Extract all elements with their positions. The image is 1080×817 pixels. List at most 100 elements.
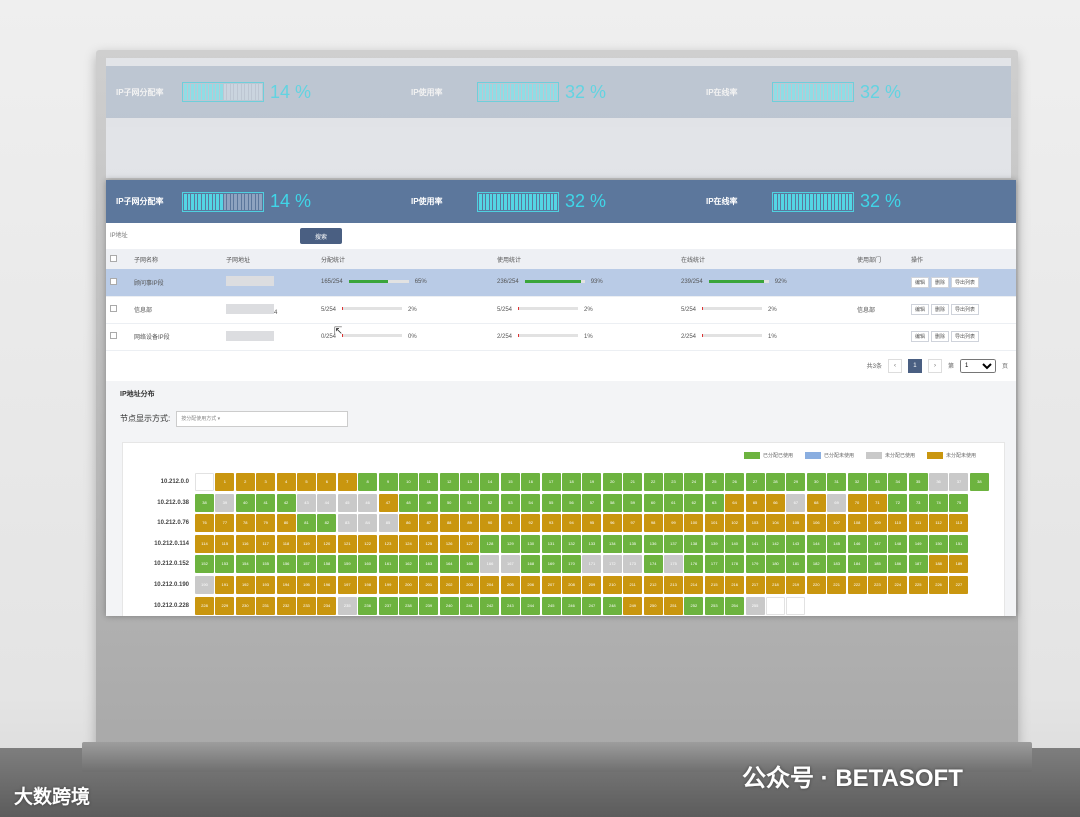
ip-cell[interactable]: 228 [195, 596, 214, 615]
ip-cell[interactable]: 135 [623, 534, 643, 553]
ip-cell[interactable]: 36 [929, 473, 949, 491]
ip-cell[interactable]: 236 [358, 596, 378, 615]
ip-cell[interactable] [765, 596, 785, 615]
ip-cell[interactable]: 74 [929, 493, 949, 512]
ip-cell[interactable]: 196 [317, 576, 337, 594]
ip-cell[interactable]: 191 [215, 576, 235, 594]
ip-cell[interactable]: 144 [806, 534, 826, 553]
ip-cell[interactable]: 49 [419, 493, 439, 512]
ip-cell[interactable]: 59 [623, 493, 643, 512]
delete-button[interactable]: 删除 [931, 331, 950, 342]
ip-cell[interactable]: 180 [765, 555, 785, 574]
edit-button[interactable]: 编辑 [911, 304, 930, 315]
pager-page-select[interactable]: 1 [959, 358, 996, 373]
ip-cell[interactable] [786, 596, 806, 615]
ip-cell[interactable]: 187 [908, 555, 928, 574]
ip-cell[interactable]: 207 [541, 576, 561, 594]
ip-cell[interactable]: 109 [867, 514, 887, 533]
ip-cell[interactable]: 164 [439, 555, 459, 574]
ip-cell[interactable]: 38 [195, 493, 214, 512]
ip-cell[interactable]: 223 [867, 576, 887, 594]
ip-cell[interactable]: 162 [398, 555, 418, 574]
ip-cell[interactable]: 27 [745, 473, 765, 491]
ip-cell[interactable]: 111 [908, 514, 928, 533]
ip-cell[interactable]: 240 [439, 596, 459, 615]
ip-cell[interactable]: 50 [439, 493, 459, 512]
ip-cell[interactable]: 3 [256, 473, 276, 491]
ip-cell[interactable]: 5 [296, 473, 316, 491]
ip-cell[interactable]: 101 [704, 514, 724, 533]
ip-cell[interactable]: 16 [521, 473, 541, 491]
ip-cell[interactable]: 235 [337, 596, 357, 615]
ip-cell[interactable]: 238 [398, 596, 418, 615]
ip-cell[interactable]: 107 [827, 514, 847, 533]
ip-cell[interactable]: 35 [908, 473, 928, 491]
ip-cell[interactable]: 21 [623, 473, 643, 491]
pager-next-button[interactable]: › [927, 358, 942, 373]
ip-cell[interactable]: 239 [419, 596, 439, 615]
ip-cell[interactable]: 161 [378, 555, 398, 574]
ip-cell[interactable]: 89 [460, 514, 480, 533]
ip-cell[interactable]: 255 [745, 596, 765, 615]
ip-cell[interactable]: 139 [704, 534, 724, 553]
ip-cell[interactable]: 219 [786, 576, 806, 594]
ip-cell[interactable]: 179 [745, 555, 765, 574]
ip-cell[interactable]: 33 [867, 473, 887, 491]
ip-cell[interactable]: 203 [460, 576, 480, 594]
ip-cell[interactable]: 24 [684, 473, 704, 491]
ip-cell[interactable]: 172 [602, 555, 622, 574]
ip-cell[interactable]: 181 [786, 555, 806, 574]
ip-cell[interactable]: 95 [582, 514, 602, 533]
ip-cell[interactable]: 86 [398, 514, 418, 533]
ip-cell[interactable]: 39 [215, 493, 235, 512]
ip-cell[interactable]: 46 [358, 493, 378, 512]
ip-cell[interactable]: 220 [806, 576, 826, 594]
ip-cell[interactable]: 141 [745, 534, 765, 553]
ip-cell[interactable]: 45 [337, 493, 357, 512]
row-checkbox[interactable] [110, 277, 117, 285]
ip-cell[interactable]: 75 [949, 493, 969, 512]
ip-cell[interactable]: 148 [888, 534, 908, 553]
ip-cell[interactable]: 171 [582, 555, 602, 574]
ip-cell[interactable]: 113 [949, 514, 969, 533]
ip-cell[interactable]: 115 [215, 534, 235, 553]
header-online[interactable]: 在线统计 [677, 249, 853, 269]
ip-cell[interactable]: 242 [480, 596, 500, 615]
ip-cell[interactable]: 173 [623, 555, 643, 574]
ip-cell[interactable]: 156 [276, 555, 296, 574]
ip-cell[interactable]: 145 [827, 534, 847, 553]
ip-cell[interactable]: 9 [378, 473, 398, 491]
ip-cell[interactable]: 37 [949, 473, 969, 491]
ip-cell[interactable]: 57 [582, 493, 602, 512]
ip-cell[interactable]: 143 [786, 534, 806, 553]
ip-cell[interactable]: 91 [500, 514, 520, 533]
ip-cell[interactable]: 251 [663, 596, 683, 615]
ip-cell[interactable]: 128 [480, 534, 500, 553]
ip-cell[interactable]: 243 [500, 596, 520, 615]
ip-cell[interactable]: 241 [460, 596, 480, 615]
ip-cell[interactable]: 85 [378, 514, 398, 533]
ip-cell[interactable]: 119 [296, 534, 316, 553]
ip-cell[interactable]: 129 [500, 534, 520, 553]
ip-cell[interactable]: 165 [460, 555, 480, 574]
ip-cell[interactable]: 77 [215, 514, 235, 533]
ip-cell[interactable]: 152 [195, 555, 214, 574]
ip-cell[interactable]: 136 [643, 534, 663, 553]
ip-cell[interactable]: 84 [358, 514, 378, 533]
ip-cell[interactable]: 205 [500, 576, 520, 594]
ip-cell[interactable]: 42 [276, 493, 296, 512]
table-row[interactable]: 网络设备IP段 0/254 0% 2/254 1% 2/254 1% 编辑 删除 导出列表 [106, 323, 1016, 351]
ip-cell[interactable]: 105 [786, 514, 806, 533]
ip-cell[interactable]: 13 [460, 473, 480, 491]
ip-cell[interactable]: 150 [929, 534, 949, 553]
ip-cell[interactable]: 43 [296, 493, 316, 512]
ip-cell[interactable]: 100 [684, 514, 704, 533]
ip-cell[interactable]: 125 [419, 534, 439, 553]
ip-cell[interactable]: 159 [337, 555, 357, 574]
ip-cell[interactable]: 97 [623, 514, 643, 533]
ip-cell[interactable]: 108 [847, 514, 867, 533]
ip-cell[interactable]: 163 [419, 555, 439, 574]
ip-cell[interactable]: 29 [786, 473, 806, 491]
ip-cell[interactable]: 96 [602, 514, 622, 533]
ip-cell[interactable]: 55 [541, 493, 561, 512]
